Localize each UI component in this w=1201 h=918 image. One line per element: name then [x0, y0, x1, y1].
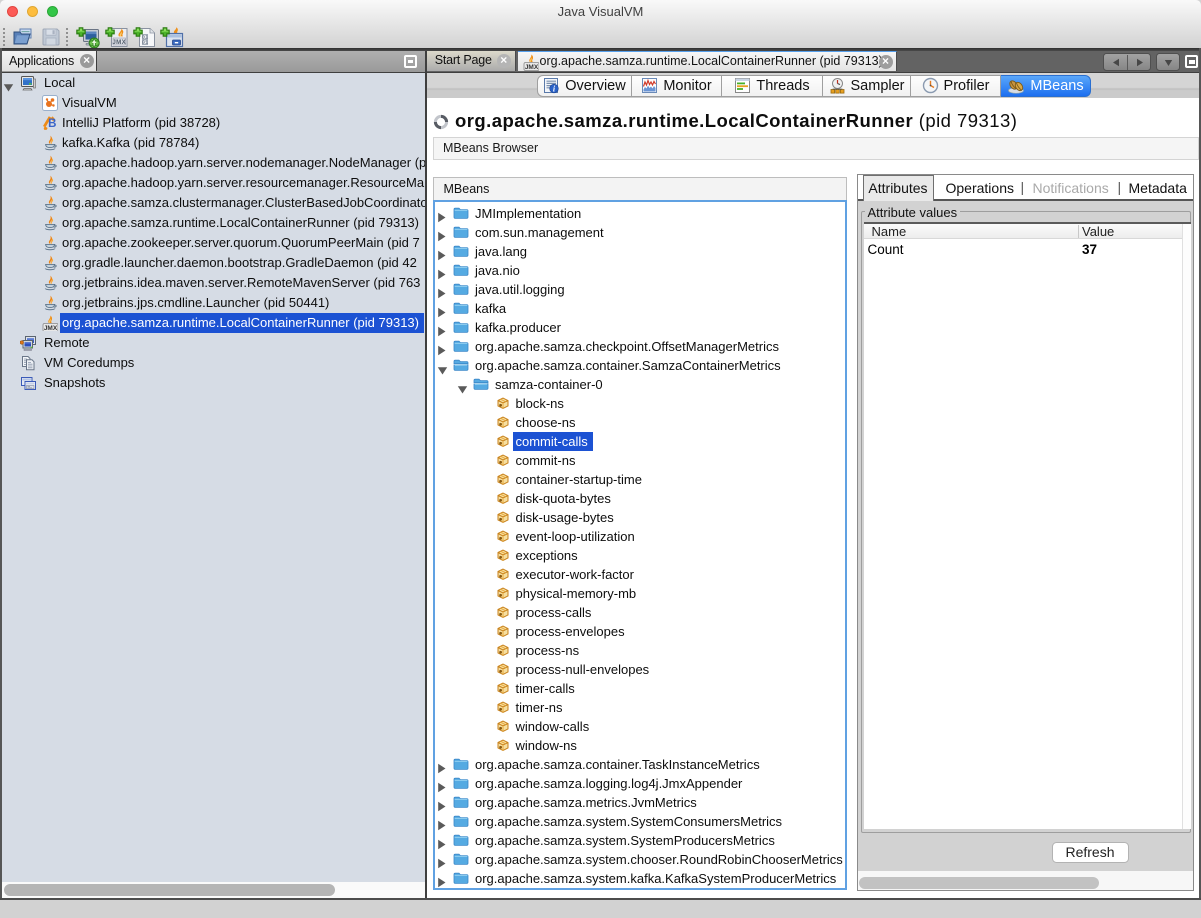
svg-text:JMX: JMX [112, 39, 126, 46]
svg-text:JMX: JMX [44, 325, 58, 331]
svg-text:JMX: JMX [524, 64, 538, 71]
svg-text:01: 01 [142, 40, 148, 46]
svg-text:B: B [48, 117, 56, 129]
